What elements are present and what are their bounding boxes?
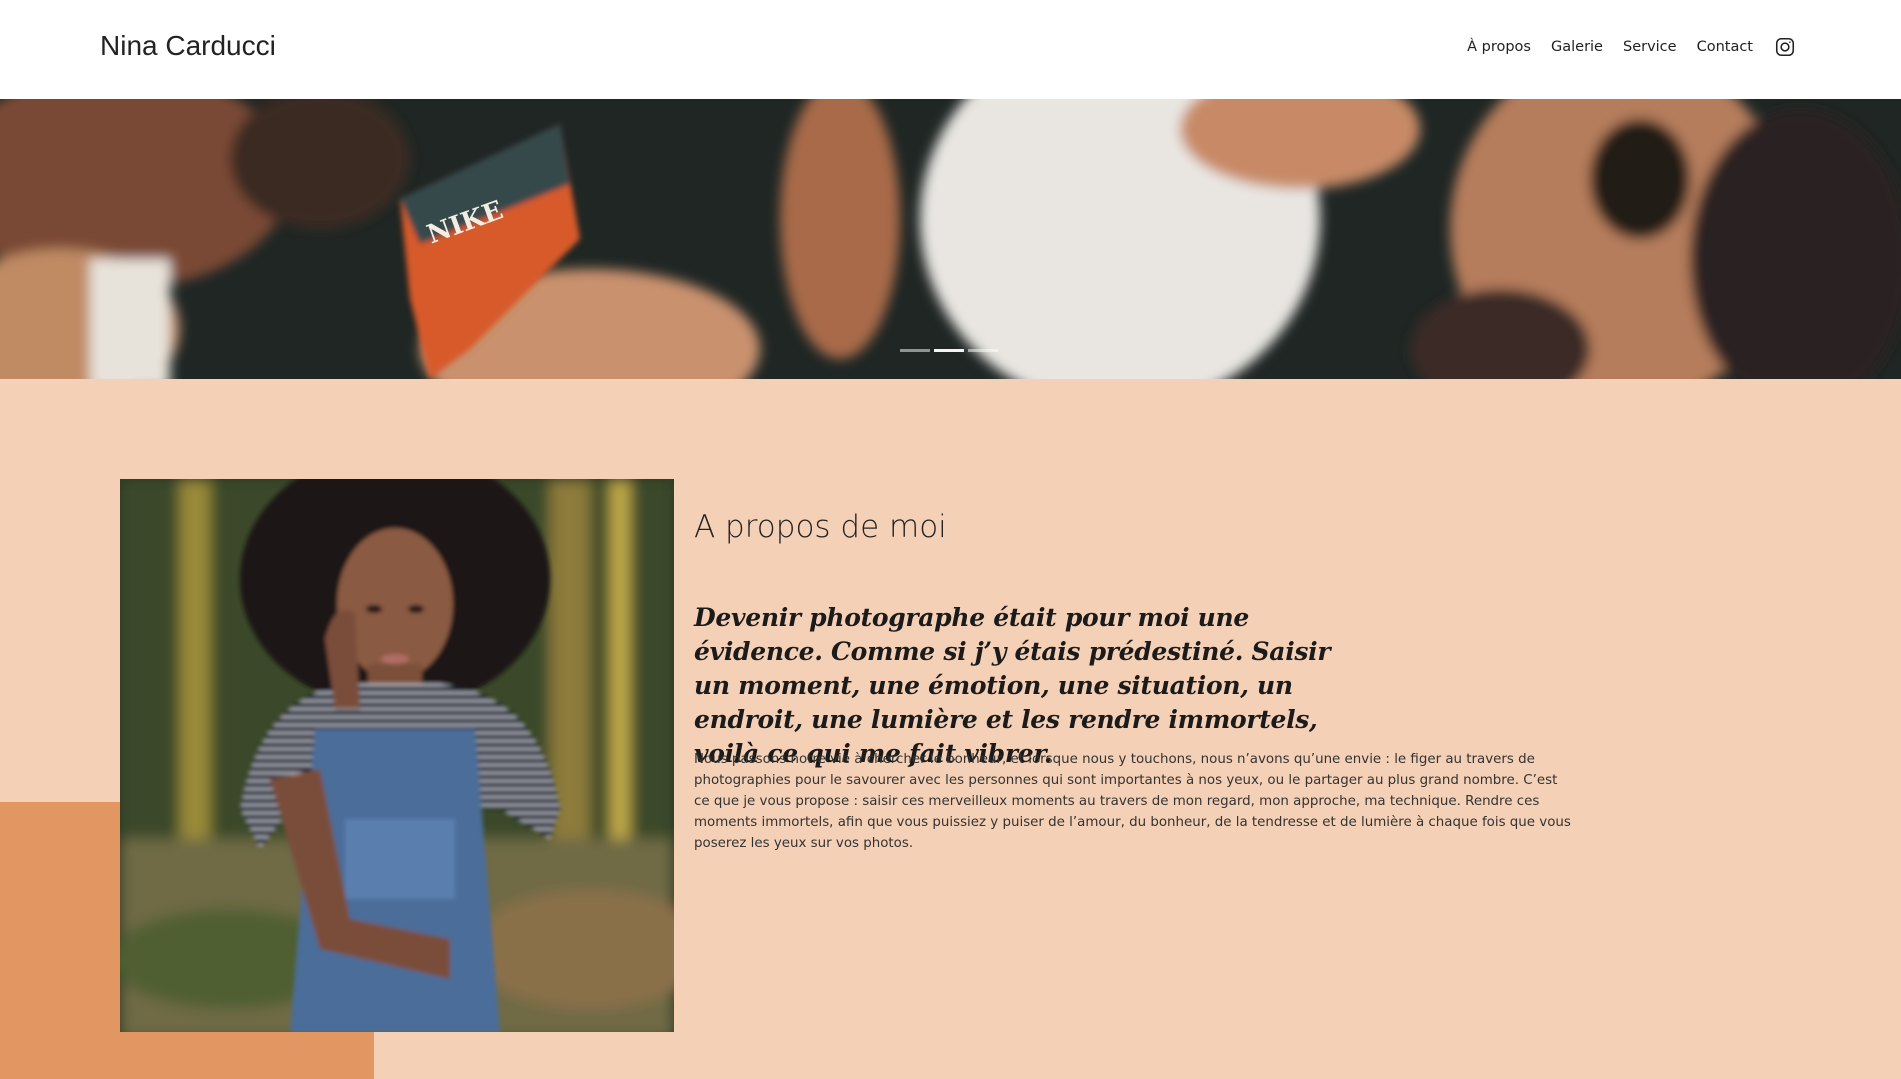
about-body: Nous passons notre vie à chercher le bon… [694,752,1571,851]
carousel-indicators [900,349,998,352]
site-header: Nina Carducci À propos Galerie Service C… [0,0,1901,99]
carousel-indicator-1[interactable] [900,349,930,352]
main-nav: À propos Galerie Service Contact [1467,36,1796,58]
carousel-indicator-2[interactable] [934,349,964,352]
about-quote: Devenir photographe était pour moi une é… [694,603,1331,768]
nav-item-contact[interactable]: Contact [1697,39,1753,55]
about-section: A propos de moi Devenir photographe étai… [0,379,1901,1079]
carousel-indicator-3[interactable] [968,349,998,352]
portrait-photo [120,479,674,1032]
hero-carousel[interactable]: NIKE [0,99,1901,379]
nav-item-service[interactable]: Service [1623,39,1677,55]
about-title: A propos de moi [694,509,947,545]
instagram-icon[interactable] [1774,36,1796,58]
nav-item-about[interactable]: À propos [1467,39,1531,55]
hero-image: NIKE [0,99,1901,379]
brand-logo[interactable]: Nina Carducci [100,30,276,62]
nav-item-gallery[interactable]: Galerie [1551,39,1603,55]
